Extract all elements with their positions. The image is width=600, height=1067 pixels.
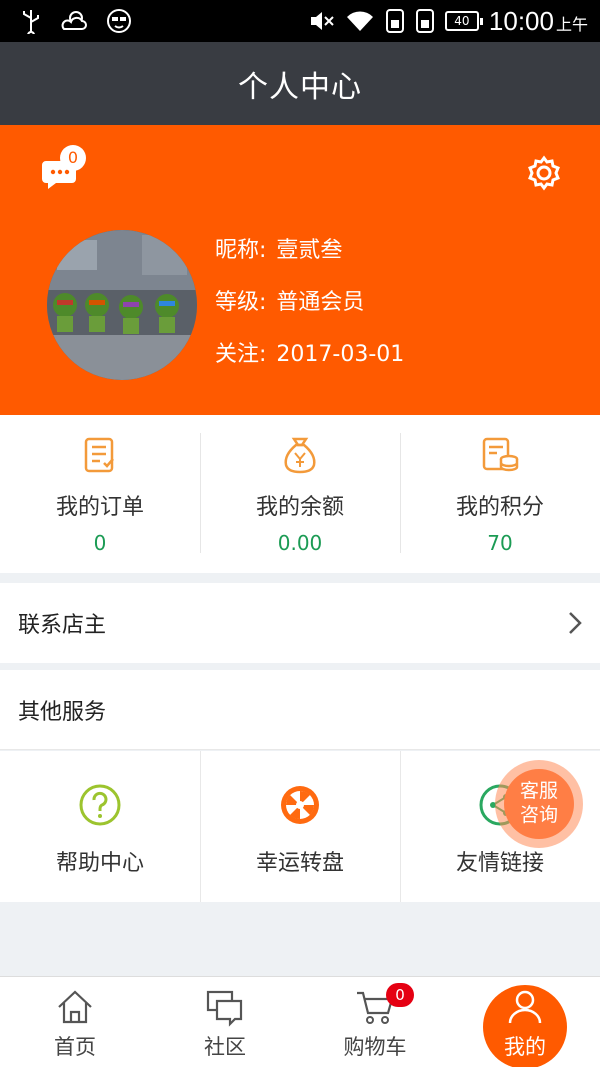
tab-community[interactable]: 社区 (150, 977, 300, 1067)
account-stats: 我的订单 0 我的余额 0.00 我的积分 70 (0, 415, 600, 573)
profile-header: 0 昵称: 壹贰叁 等级: 普通会员 关注: 2017-03-01 (0, 125, 600, 415)
order-list-icon (84, 437, 114, 473)
home-icon (58, 990, 92, 1024)
gear-icon[interactable] (526, 155, 562, 191)
member-level: 普通会员 (276, 290, 365, 315)
other-services-heading: 其他服务 (0, 670, 600, 750)
bottom-tab-bar: 首页 社区 购物车 我的 (0, 976, 600, 1067)
money-bag-icon (284, 437, 316, 474)
page-title: 个人中心 (238, 69, 362, 105)
signal-2-icon (415, 9, 434, 33)
my-balance[interactable]: 我的余额 0.00 (200, 415, 400, 573)
title-bar: 个人中心 (0, 42, 600, 125)
balance-value: 0.00 (277, 531, 323, 555)
points-value: 70 (487, 531, 513, 555)
level-row: 等级: 普通会员 (215, 290, 365, 315)
orders-count: 0 (93, 531, 107, 555)
my-points[interactable]: 我的积分 70 (400, 415, 600, 573)
mute-icon (310, 12, 334, 30)
follow-row: 关注: 2017-03-01 (215, 342, 405, 367)
contact-owner-row[interactable]: 联系店主 (0, 583, 600, 663)
profile-info: 昵称: 壹贰叁 等级: 普通会员 关注: 2017-03-01 (215, 233, 404, 389)
wifi-icon (346, 11, 373, 31)
help-icon (79, 784, 121, 826)
customer-service-button[interactable]: 客服 咨询 (495, 760, 583, 848)
nickname: 壹贰叁 (276, 238, 343, 263)
status-bar: 40 10:00 上午 (0, 0, 600, 42)
wheel-icon (281, 786, 319, 824)
tab-mine[interactable]: 我的 (450, 977, 600, 1067)
tab-home[interactable]: 首页 (0, 977, 150, 1067)
message-count-badge: 0 (60, 145, 86, 171)
customer-service-label: 客服 咨询 (504, 769, 574, 839)
weather-icon (61, 11, 87, 30)
battery-indicator: 40 (444, 11, 483, 31)
clock: 10:00 上午 (488, 5, 588, 36)
community-icon (206, 990, 243, 1027)
avatar[interactable] (47, 230, 197, 380)
contact-owner-label: 联系店主 (18, 613, 107, 638)
chevron-right-icon (569, 612, 582, 634)
user-icon (508, 990, 542, 1024)
points-icon (482, 437, 519, 472)
follow-date: 2017-03-01 (276, 342, 405, 367)
nickname-row: 昵称: 壹贰叁 (215, 238, 343, 263)
signal-1-icon (385, 9, 404, 33)
cart-count-badge: 0 (386, 983, 414, 1007)
help-center[interactable]: 帮助中心 (0, 751, 200, 902)
lucky-wheel[interactable]: 幸运转盘 (200, 751, 400, 902)
tab-cart[interactable]: 购物车 (300, 977, 450, 1067)
usb-icon (23, 10, 39, 34)
face-icon (107, 9, 131, 33)
my-orders[interactable]: 我的订单 0 (0, 415, 200, 573)
